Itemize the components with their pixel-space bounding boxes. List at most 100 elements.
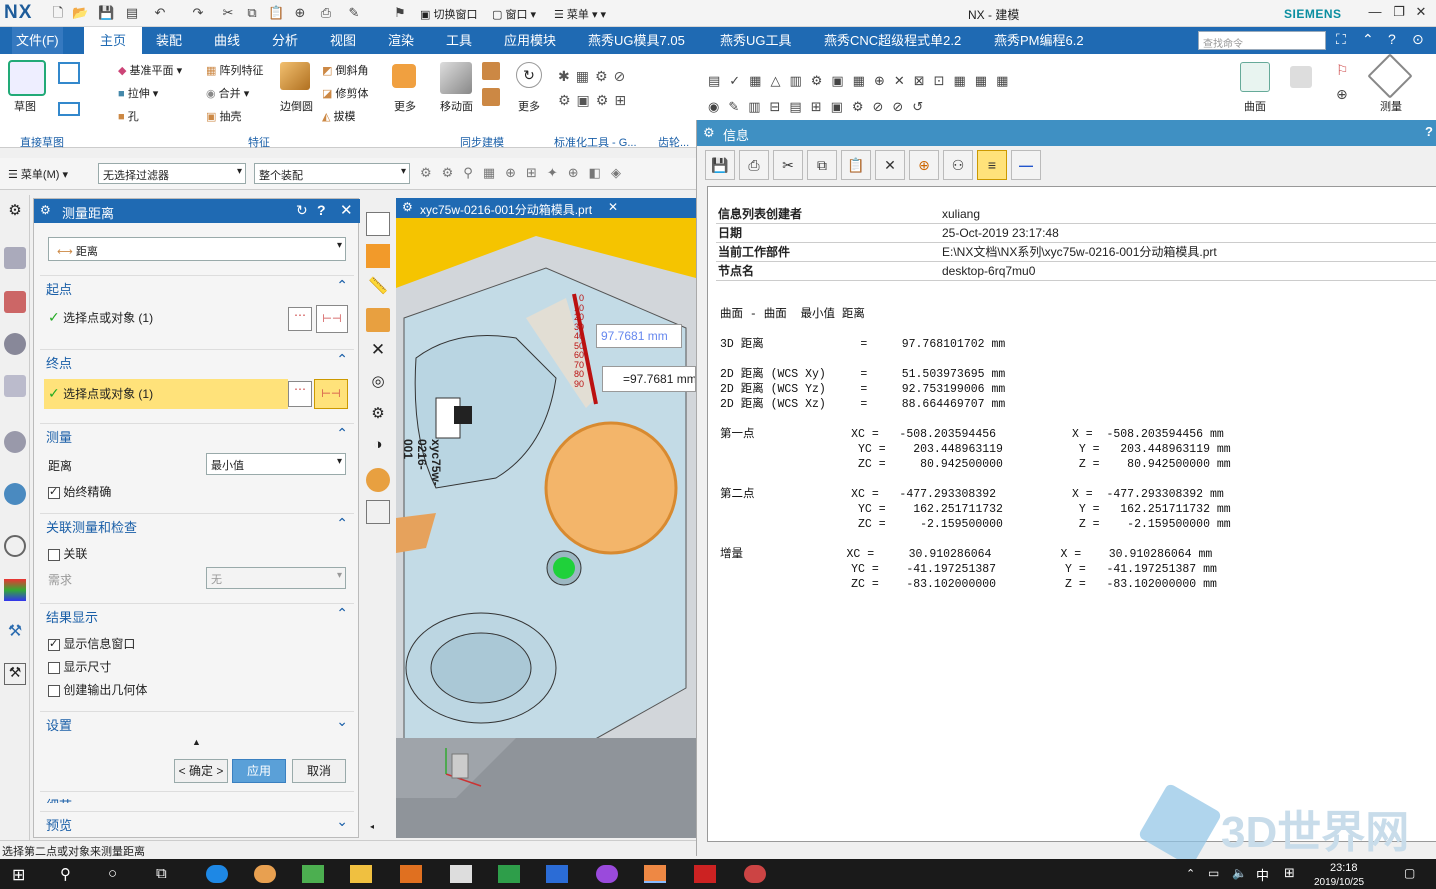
close-button[interactable]: ✕	[1410, 4, 1432, 22]
ruler-icon[interactable]: 📏	[366, 276, 390, 300]
measure-ruler-icon[interactable]	[1367, 53, 1413, 99]
tab-tools[interactable]: 工具	[442, 27, 476, 54]
paste-icon[interactable]: 📋	[268, 5, 284, 21]
requirement-select[interactable]: 无	[206, 567, 346, 589]
app-icon-5[interactable]	[744, 865, 766, 883]
save-all-icon[interactable]: ▤	[124, 5, 140, 21]
reset-icon[interactable]: ↻	[296, 202, 308, 219]
tray-volume-icon[interactable]: 🔈	[1232, 866, 1247, 880]
info-help-icon[interactable]: ?	[1425, 124, 1433, 139]
dimension-label[interactable]: =97.7681 mm	[602, 366, 696, 392]
snap-tools-icons[interactable]: ⚙⚙⚲▦⊕⊞✦⊕◧◈	[420, 165, 690, 181]
menu-dropdown[interactable]: ☰ 菜单 ▾ ▾	[554, 6, 606, 22]
datum-plane-button[interactable]: ◆ 基准平面 ▾	[118, 62, 182, 78]
app-icon-2[interactable]	[400, 865, 422, 883]
section-results[interactable]: 结果显示 ⌃	[40, 603, 354, 625]
store-icon[interactable]	[302, 865, 324, 883]
part-tab[interactable]: ⚙ xyc75w-0216-001分动箱模具.prt ✕	[396, 198, 696, 218]
tab-yanxiu-tools[interactable]: 燕秀UG工具	[716, 27, 796, 54]
edge-browser-icon[interactable]	[206, 865, 228, 883]
extrude-button[interactable]: ■ 拉伸 ▾	[118, 85, 158, 101]
tab-app-modules[interactable]: 应用模块	[500, 27, 560, 54]
show-info-window-checkbox[interactable]: 显示信息窗口	[48, 635, 135, 652]
constraint-navigator-icon[interactable]	[4, 333, 26, 355]
edit-pen-icon[interactable]: ✎	[346, 5, 362, 21]
find-center-icon[interactable]: ⊕	[909, 150, 939, 180]
tab-render[interactable]: 渲染	[384, 27, 418, 54]
surface-icon[interactable]	[1240, 62, 1270, 92]
associative-checkbox[interactable]: 关联	[48, 545, 87, 562]
dialog-gear-icon[interactable]: ⚙	[40, 203, 51, 217]
graphics-window[interactable]: ⚙ xyc75w-0216-001分动箱模具.prt ✕ 0 10 20 30 …	[396, 198, 696, 838]
undo-icon[interactable]: ↶	[152, 5, 168, 21]
redo-icon[interactable]: ↷	[190, 5, 206, 21]
section-details[interactable]: 细节	[40, 791, 354, 803]
copy-info-icon[interactable]: ⧉	[807, 150, 837, 180]
touch-mode-icon[interactable]: ⚑	[392, 5, 408, 21]
roles-icon[interactable]: ⚒	[4, 663, 26, 685]
point-dialog-button[interactable]: ⋯	[288, 307, 312, 331]
section-associative[interactable]: 关联测量和检查 ⌃	[40, 513, 354, 535]
selection-scope-select[interactable]: 整个装配	[254, 163, 410, 184]
cut-info-icon[interactable]: ✂	[773, 150, 803, 180]
delete-icon[interactable]: ⊕	[292, 5, 308, 21]
file-explorer-icon[interactable]	[350, 865, 372, 883]
pan-icon[interactable]	[366, 244, 390, 268]
view-tool2-icon[interactable]: ⊕	[1336, 86, 1354, 104]
assembly-navigator-icon[interactable]	[4, 291, 26, 313]
yanxiu-tool-icons[interactable]: ▤✓▦△▥⚙▣▦⊕✕⊠⊡▦▦▦ ◉✎▥⊟▤⊞▣⚙⊘⊘↺	[708, 68, 1248, 118]
task-view-icon[interactable]: ⧉	[156, 865, 178, 883]
print-icon[interactable]: ⎙	[318, 5, 334, 21]
hd3d-tools-icon[interactable]	[4, 431, 26, 453]
sync-tool-icon[interactable]	[482, 62, 500, 80]
surface-tools-icon[interactable]	[1290, 66, 1312, 88]
tab-view[interactable]: 视图	[326, 27, 360, 54]
collapse-ribbon-icon[interactable]: ⌃	[1362, 31, 1374, 48]
tray-arrow-icon[interactable]: ⌃	[1186, 867, 1195, 880]
measure-type-select[interactable]: ⟷ 距离	[48, 237, 346, 261]
copy-icon[interactable]: ⧉	[244, 5, 260, 21]
layer-settings-icon[interactable]: ⚙	[366, 404, 390, 428]
reuse-library-icon[interactable]	[4, 375, 26, 397]
apply-button[interactable]: 应用	[232, 759, 286, 783]
options-icon[interactable]: ⊙	[1412, 31, 1424, 48]
standard-tools-icons[interactable]: ✱▦⚙⊘ ⚙▣⚙⊞	[558, 64, 688, 114]
unite-button[interactable]: ◉ 合并 ▾	[206, 85, 249, 101]
taskbar-search-icon[interactable]: ⚲	[60, 865, 82, 883]
media-player-icon[interactable]	[498, 865, 520, 883]
sync-tool2-icon[interactable]	[482, 88, 500, 106]
distance-mode-select[interactable]: 最小值	[206, 453, 346, 475]
menu-button[interactable]: ☰ 菜单(M) ▾	[8, 166, 68, 182]
app-icon-1[interactable]	[254, 865, 276, 883]
delete-info-icon[interactable]: ✕	[875, 150, 905, 180]
save-info-icon[interactable]: 💾	[705, 150, 735, 180]
view-tool-icon[interactable]: ⚐	[1336, 62, 1354, 80]
edit-object-display-icon[interactable]	[366, 468, 390, 492]
paste-info-icon[interactable]: 📋	[841, 150, 871, 180]
save-icon[interactable]: 💾	[98, 5, 114, 21]
cortana-icon[interactable]: ○	[108, 865, 130, 883]
minimize-info-icon[interactable]: —	[1011, 150, 1041, 180]
tab-assembly[interactable]: 装配	[152, 27, 186, 54]
show-hide-eye-icon[interactable]: ◎	[366, 372, 390, 396]
section-start-point[interactable]: 起点 ⌃	[40, 275, 354, 297]
rectangle-icon[interactable]	[58, 102, 80, 116]
tab-home[interactable]: 主页	[84, 27, 142, 54]
hole-button[interactable]: ■ 孔	[118, 108, 139, 124]
calculator-icon[interactable]	[450, 865, 472, 883]
app-icon-4[interactable]	[694, 865, 716, 883]
fullscreen-icon[interactable]: ⛶	[1336, 31, 1346, 48]
section-settings[interactable]: 设置 ⌄	[40, 711, 354, 733]
more-sync-icon[interactable]: ↻	[516, 62, 542, 88]
create-output-geometry-checkbox[interactable]: 创建输出几何体	[48, 681, 147, 698]
minimize-button[interactable]: —	[1364, 4, 1386, 22]
section-view-icon[interactable]	[366, 308, 390, 332]
process-studio-icon[interactable]: ⚒	[4, 621, 26, 643]
section-preview[interactable]: 预览 ⌄	[40, 811, 354, 833]
windows-start-icon[interactable]: ⊞	[12, 865, 34, 884]
inferred-point-button[interactable]: ⊢⊣	[316, 305, 348, 333]
info-gear-icon[interactable]: ⚙	[703, 125, 715, 141]
inferred-point-button-2[interactable]: ⊢⊣	[314, 379, 348, 409]
system-materials-icon[interactable]	[4, 579, 26, 601]
dialog-help-icon[interactable]: ?	[317, 202, 326, 218]
